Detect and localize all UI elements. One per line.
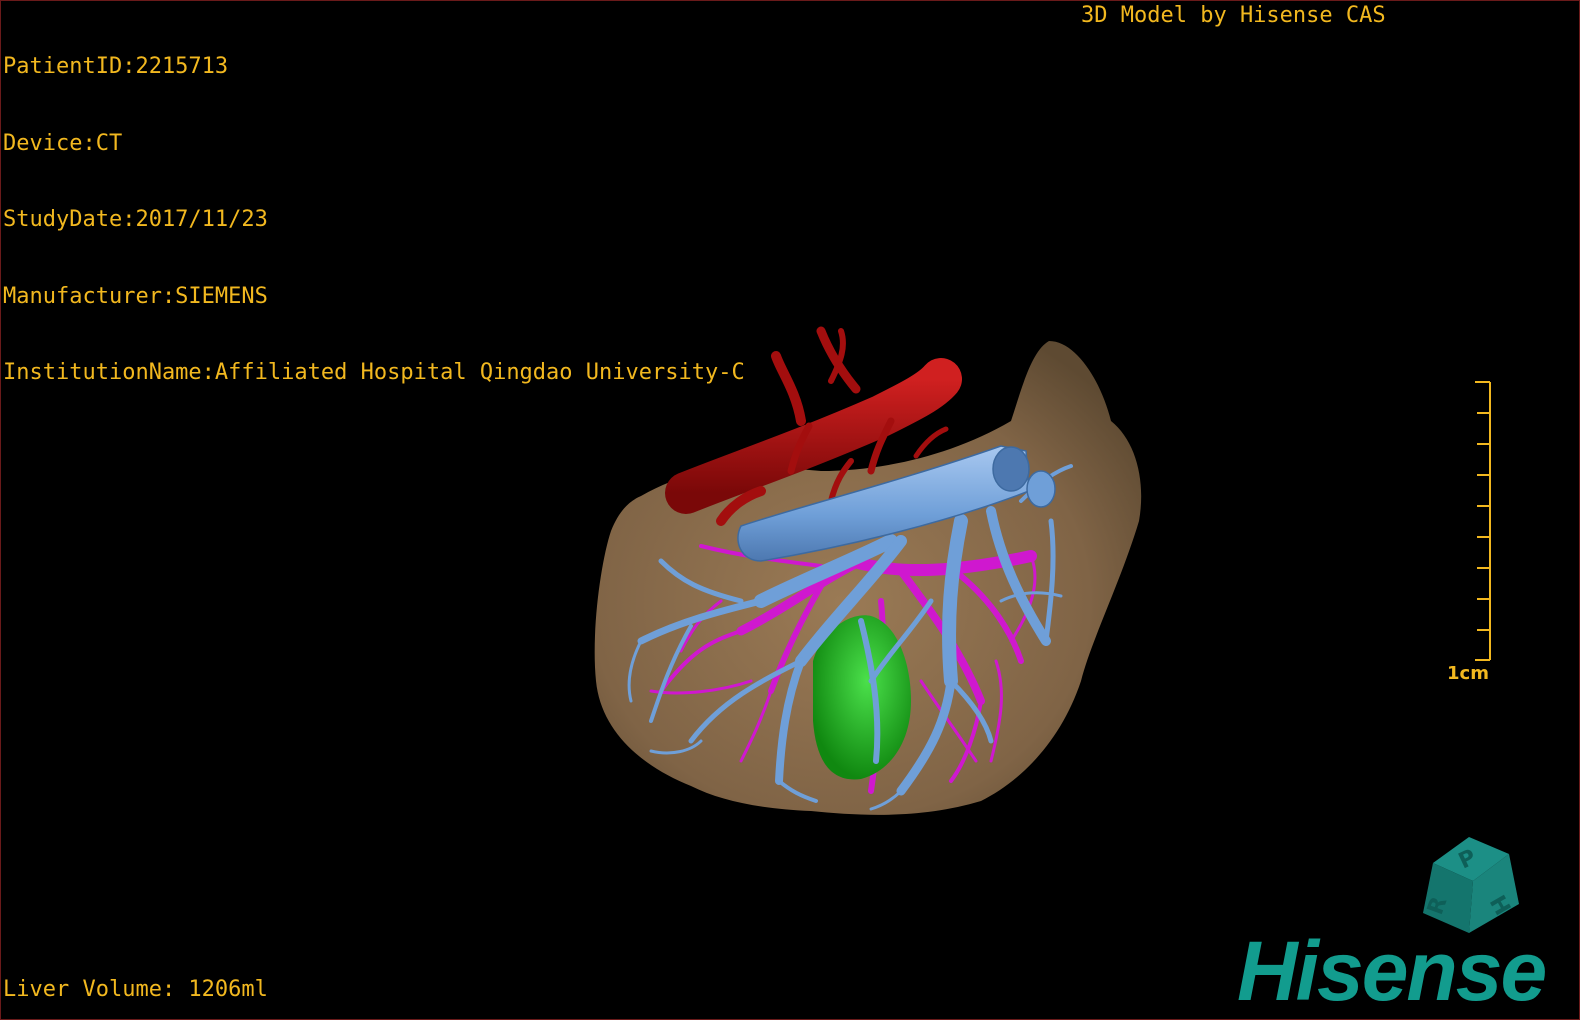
liver-3d-model[interactable]: P H R: [1, 1, 1579, 1019]
scale-bar-label: 1cm: [1447, 663, 1489, 684]
3d-viewport[interactable]: PatientID:2215713 Device:CT StudyDate:20…: [0, 0, 1580, 1020]
hisense-logo: Hisense: [1237, 924, 1547, 1018]
orientation-cube[interactable]: P H R: [1423, 837, 1519, 933]
scale-bar: [1475, 381, 1491, 661]
